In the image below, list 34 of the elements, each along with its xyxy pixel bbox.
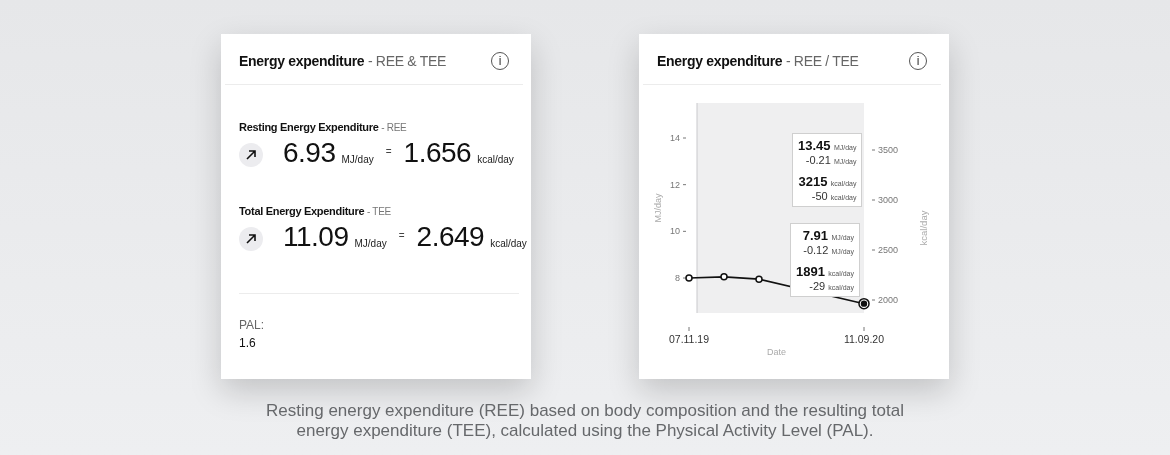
unit-label: MJ/day (354, 238, 387, 249)
y2-tick-label: 3500 (878, 145, 899, 155)
metric-label: Resting Energy Expenditure - REE (239, 121, 408, 133)
y-tick-label: 14 (670, 133, 680, 143)
kcal-value: 1.656 (403, 137, 472, 169)
pal-value: 1.6 (239, 336, 257, 350)
equals-sign: = (385, 146, 392, 157)
y2-tick-label: 3000 (878, 195, 899, 205)
y-axis-title: MJ/day (653, 193, 663, 223)
equals-sign: = (398, 230, 405, 241)
x-axis-title: Date (767, 347, 786, 357)
unit-label: MJ/day (341, 154, 374, 165)
metric-label: Total Energy Expenditure - TEE (239, 205, 392, 217)
data-point[interactable] (720, 273, 728, 281)
y2-tick-label: 2000 (878, 295, 899, 305)
mj-value: 11.09 (283, 221, 349, 253)
y2-tick-label: 2500 (878, 245, 899, 255)
card-title: Energy expenditure - REE & TEE (239, 53, 447, 69)
unit-label: kcal/day (490, 238, 527, 249)
data-point[interactable] (685, 274, 693, 282)
kcal-value: 2.649 (416, 221, 485, 253)
x-tick-label: 07.11.19 (668, 333, 710, 345)
pal-label: PAL: (239, 318, 266, 332)
caption: Resting energy expenditure (REE) based on body composition and the resulting total energy expenditure (TEE), calculated using the Physical Activity Level (PAL). (265, 401, 905, 441)
data-point[interactable] (755, 275, 763, 283)
y-tick-label: 10 (670, 226, 680, 237)
unit-label: kcal/day (477, 154, 514, 165)
x-tick-label: 11.09.20 (843, 333, 885, 345)
y-tick-label: 8 (675, 273, 680, 283)
card-title: Energy expenditure - REE / TEE (657, 53, 859, 69)
y2-axis-title: kcal/day (918, 210, 929, 246)
mj-value: 6.93 (283, 137, 336, 169)
y-tick-label: 12 (670, 179, 680, 190)
selected-point[interactable] (858, 297, 870, 310)
